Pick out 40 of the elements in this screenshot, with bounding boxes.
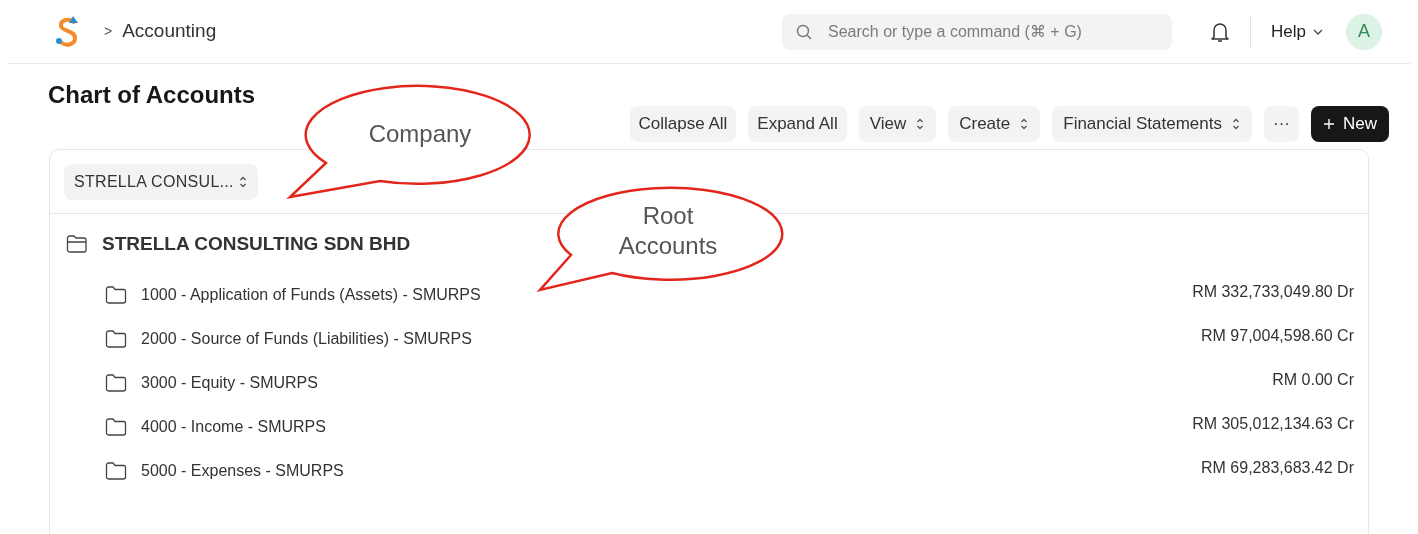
breadcrumb-link[interactable]: Accounting (122, 17, 217, 46)
search-icon (796, 23, 813, 40)
account-balance: RM 69,283,683.42 Dr (1201, 458, 1354, 478)
updown-caret-icon (1231, 117, 1241, 131)
account-balance: RM 332,733,049.80 Dr (1192, 282, 1354, 302)
toolbar-button[interactable]: Collapse All (629, 106, 737, 142)
account-label[interactable]: 4000 - Income - SMURPS (141, 415, 326, 439)
user-avatar[interactable]: A (1346, 13, 1382, 50)
updown-caret-icon (237, 174, 248, 189)
account-label[interactable]: 2000 - Source of Funds (Liabilities) - SMURPS (141, 327, 472, 351)
callout-text: Company (367, 119, 473, 149)
dropdown-button[interactable]: Financial Statements (1052, 106, 1252, 142)
account-balance: RM 305,012,134.63 Cr (1192, 414, 1354, 434)
callout-text: Root Accounts (617, 201, 719, 261)
help-menu[interactable]: Help (1271, 18, 1324, 45)
toolbar-button[interactable]: Expand All (748, 106, 847, 142)
search-field[interactable]: Search or type a command (⌘ + G) (782, 13, 1173, 50)
folder-icon (105, 286, 127, 304)
company-select[interactable]: STRELLA CONSUL... (64, 163, 258, 200)
tree-root-label[interactable]: STRELLA CONSULTING SDN BHD (102, 229, 411, 259)
account-label[interactable]: 5000 - Expenses - SMURPS (141, 459, 344, 483)
new-button[interactable]: New (1311, 106, 1389, 142)
breadcrumb-separator: > (104, 22, 113, 41)
chevron-down-icon (1312, 27, 1324, 36)
updown-caret-icon (915, 117, 926, 131)
toolbar-button[interactable]: ··· (1264, 106, 1299, 142)
plus-icon (1323, 118, 1335, 130)
account-label[interactable]: 1000 - Application of Funds (Assets) - SMURPS (141, 283, 481, 307)
dropdown-button[interactable]: Create (948, 106, 1041, 142)
folder-icon (105, 330, 127, 348)
account-label[interactable]: 3000 - Equity - SMURPS (141, 371, 318, 395)
account-balance: RM 97,004,598.60 Cr (1201, 326, 1354, 346)
folder-icon (105, 462, 127, 480)
folder-icon (105, 374, 127, 392)
dropdown-button[interactable]: View (858, 106, 937, 142)
account-balance: RM 0.00 Cr (1272, 370, 1354, 390)
updown-caret-icon (1019, 117, 1030, 131)
notification-bell-icon[interactable] (1210, 20, 1231, 43)
folder-icon (105, 418, 127, 436)
page-title: Chart of Accounts (48, 80, 256, 110)
